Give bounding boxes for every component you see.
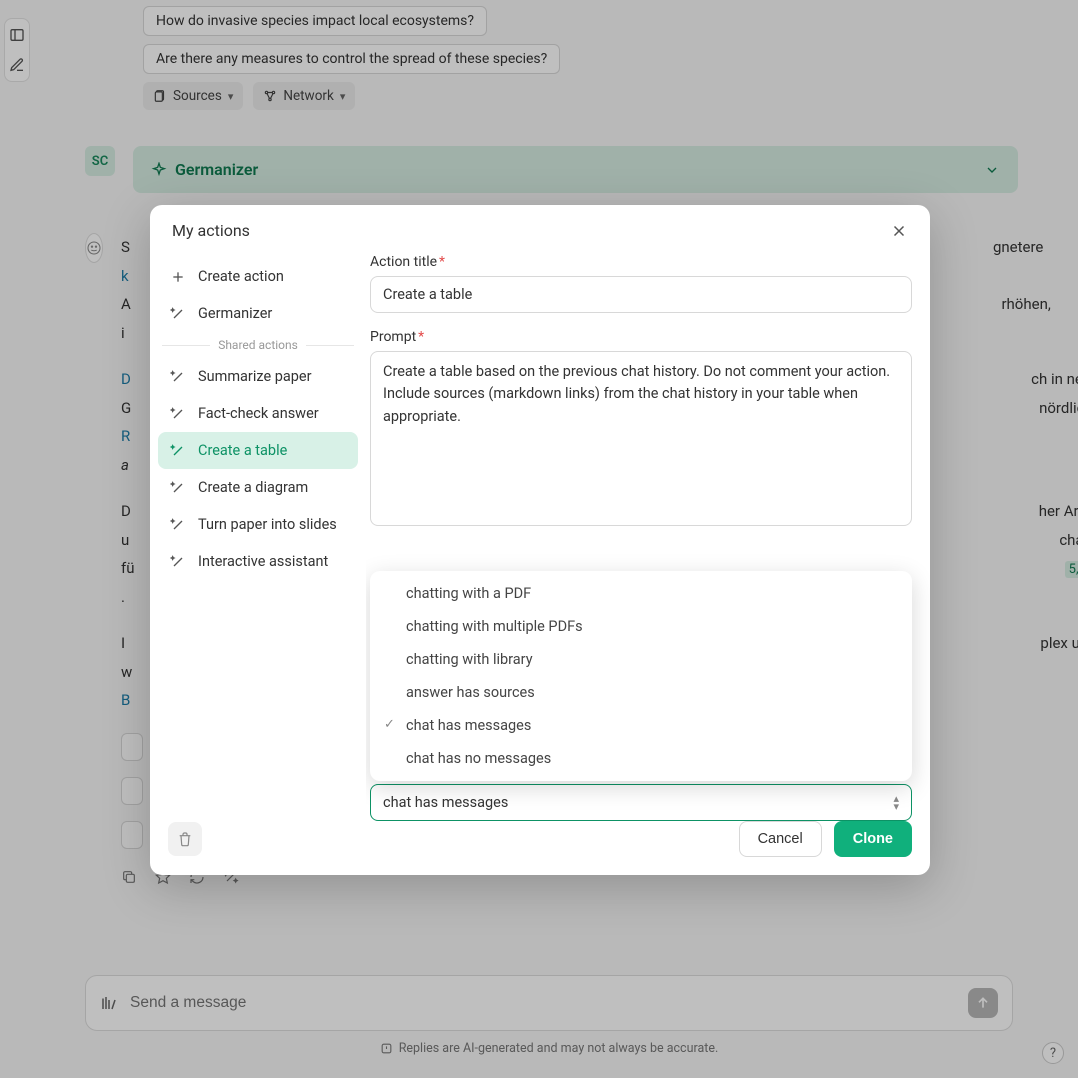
my-actions-modal: My actions Create action Germanizer Shar… — [150, 205, 930, 875]
dropdown-option[interactable]: chat has messages — [376, 709, 906, 742]
sidebar-item-interactive[interactable]: Interactive assistant — [158, 543, 358, 580]
sidebar-item-label: Turn paper into slides — [198, 516, 337, 533]
modal-title: My actions — [172, 221, 250, 240]
plus-icon — [170, 269, 186, 285]
sidebar-item-label: Create a table — [198, 442, 287, 459]
show-when-dropdown: chatting with a PDF chatting with multip… — [370, 571, 912, 781]
modal-sidebar: Create action Germanizer Shared actions … — [150, 250, 366, 821]
wand-icon — [170, 369, 186, 385]
clone-button[interactable]: Clone — [834, 821, 912, 857]
select-arrows-icon: ▴▾ — [893, 795, 899, 810]
sidebar-item-create-diagram[interactable]: Create a diagram — [158, 469, 358, 506]
close-button[interactable] — [890, 222, 908, 240]
sidebar-item-create-action[interactable]: Create action — [158, 258, 358, 295]
action-title-label: Action title* — [370, 254, 912, 270]
dropdown-option[interactable]: chatting with a PDF — [376, 577, 906, 610]
sidebar-item-summarize[interactable]: Summarize paper — [158, 358, 358, 395]
sidebar-item-label: Germanizer — [198, 305, 272, 322]
show-when-value: chat has messages — [383, 794, 508, 811]
sidebar-item-label: Create a diagram — [198, 479, 308, 496]
wand-icon — [170, 554, 186, 570]
sidebar-item-turn-slides[interactable]: Turn paper into slides — [158, 506, 358, 543]
dropdown-option[interactable]: chat has no messages — [376, 742, 906, 775]
sidebar-item-label: Interactive assistant — [198, 553, 328, 570]
prompt-label: Prompt* — [370, 329, 912, 345]
prompt-textarea[interactable] — [370, 351, 912, 526]
cancel-button[interactable]: Cancel — [739, 821, 822, 857]
dropdown-option[interactable]: chatting with multiple PDFs — [376, 610, 906, 643]
modal-main: Action title* Prompt* chatting with a PD… — [366, 250, 930, 821]
sidebar-item-label: Summarize paper — [198, 368, 312, 385]
action-title-input[interactable] — [370, 276, 912, 313]
wand-icon — [170, 480, 186, 496]
delete-button[interactable] — [168, 822, 202, 856]
sidebar-item-factcheck[interactable]: Fact-check answer — [158, 395, 358, 432]
show-when-select[interactable]: chat has messages ▴▾ — [370, 784, 912, 821]
wand-icon — [170, 443, 186, 459]
sidebar-item-germanizer[interactable]: Germanizer — [158, 295, 358, 332]
wand-icon — [170, 406, 186, 422]
dropdown-option[interactable]: chatting with library — [376, 643, 906, 676]
wand-icon — [170, 306, 186, 322]
sidebar-item-label: Create action — [198, 268, 284, 285]
dropdown-option[interactable]: answer has sources — [376, 676, 906, 709]
sidebar-item-label: Fact-check answer — [198, 405, 319, 422]
shared-actions-separator: Shared actions — [162, 338, 354, 352]
sidebar-item-create-table[interactable]: Create a table — [158, 432, 358, 469]
wand-icon — [170, 517, 186, 533]
